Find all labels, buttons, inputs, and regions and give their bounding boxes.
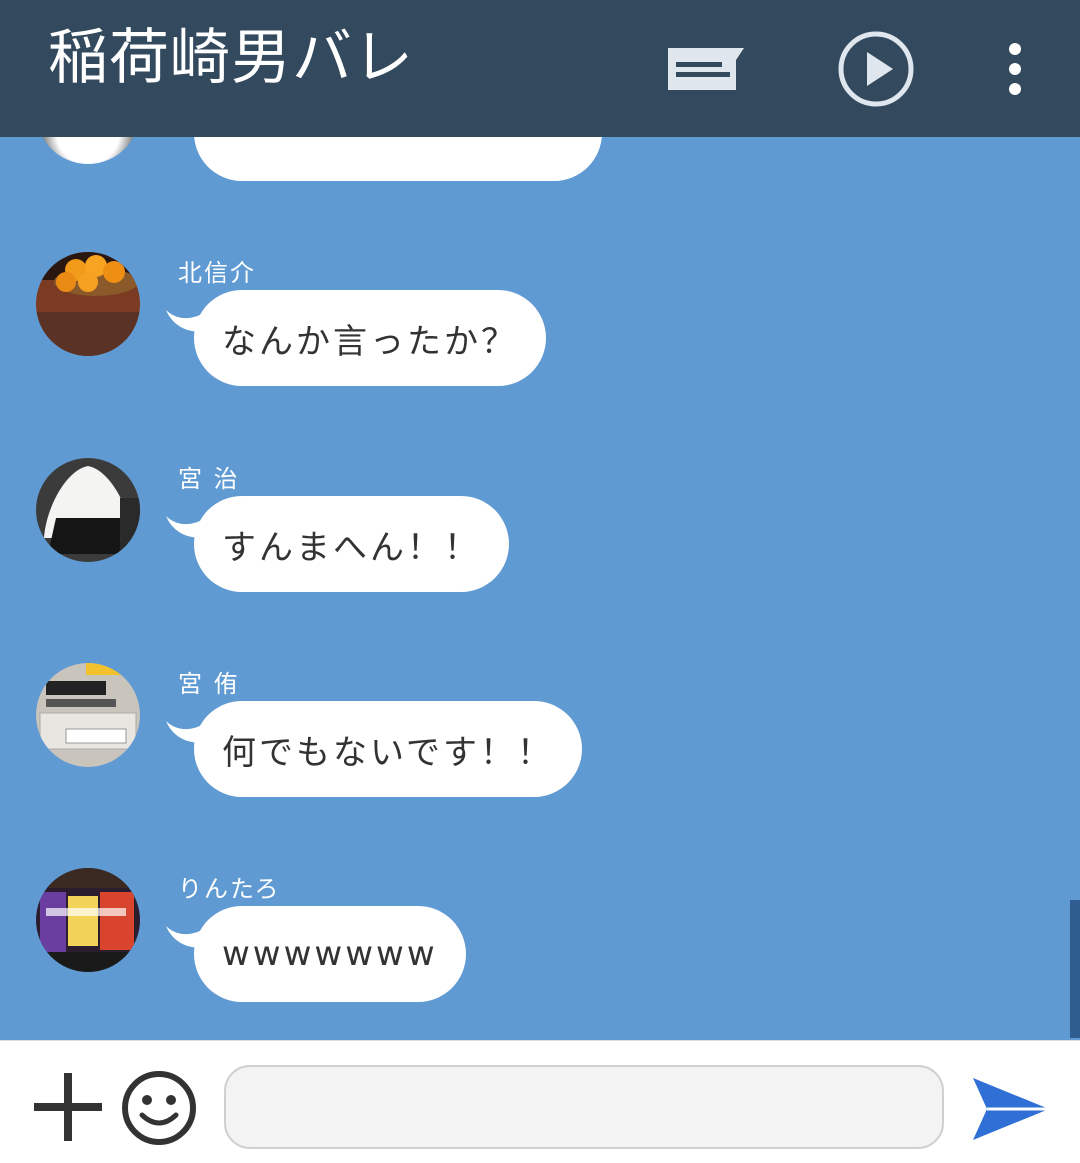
chat-title: 稲荷崎男バレ: [48, 23, 414, 93]
message-bubble[interactable]: 何でもないです！！: [194, 701, 582, 797]
sender-name: 宮 治: [178, 465, 240, 493]
message-input-bar: [0, 1040, 1080, 1163]
emoji-button[interactable]: [118, 1067, 200, 1149]
avatar[interactable]: [36, 252, 140, 356]
send-button[interactable]: [966, 1069, 1056, 1149]
more-vert-icon: [1009, 42, 1021, 95]
top-bar: 稲荷崎男バレ: [0, 0, 1080, 137]
sender-name: 北信介: [178, 259, 256, 287]
chat-area[interactable]: 北信介 なんか言ったか？ 宮 治 すんまへん！！ 宮 侑 何でもないです！！ り…: [0, 0, 1080, 1040]
message-bubble[interactable]: wwwwwww: [194, 906, 466, 1002]
smiley-icon: [122, 1071, 196, 1145]
message-input[interactable]: [224, 1065, 944, 1149]
send-icon: [973, 1078, 1049, 1140]
avatar[interactable]: [36, 868, 140, 972]
scrollbar[interactable]: [1070, 900, 1080, 1038]
message-bubble[interactable]: なんか言ったか？: [194, 290, 546, 386]
avatar[interactable]: [36, 458, 140, 562]
play-icon: [838, 31, 914, 106]
more-menu-button[interactable]: [990, 0, 1040, 137]
avatar[interactable]: [36, 663, 140, 767]
play-button[interactable]: [830, 0, 922, 137]
note-button[interactable]: [660, 0, 752, 137]
note-icon: [668, 47, 744, 90]
plus-icon: [34, 1073, 102, 1141]
sender-name: 宮 侑: [178, 670, 240, 698]
add-button[interactable]: [28, 1067, 108, 1147]
message-bubble[interactable]: すんまへん！！: [194, 496, 509, 592]
sender-name: りんたろ: [178, 875, 281, 903]
